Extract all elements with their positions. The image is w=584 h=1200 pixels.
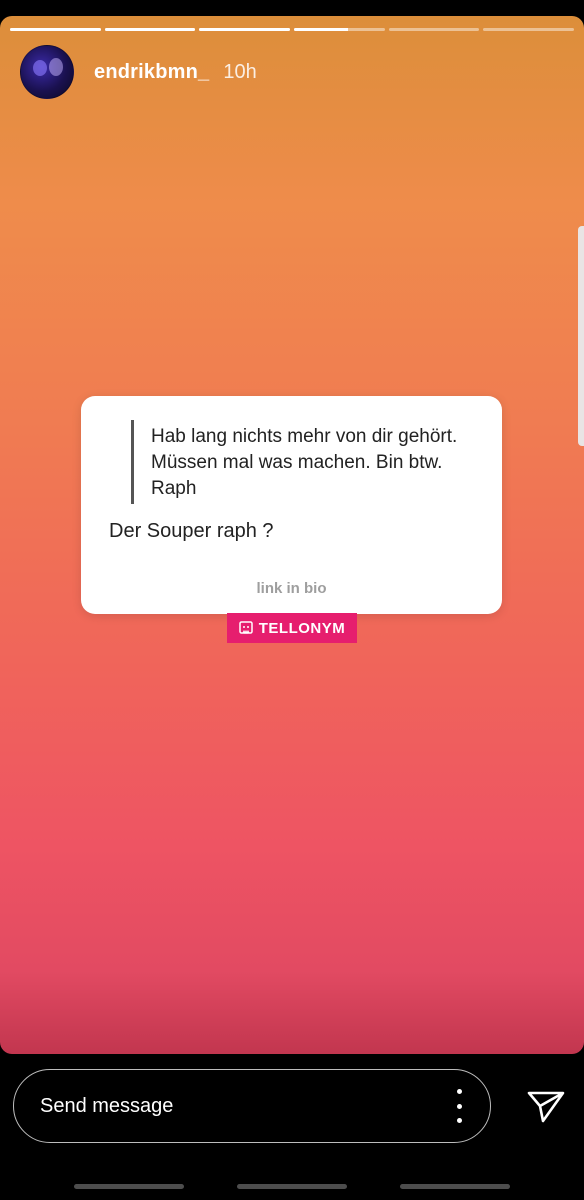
send-message-input[interactable]: Send message [13,1069,491,1143]
system-nav-bar [0,1184,584,1189]
tellonym-label: TELLONYM [258,619,346,637]
bottom-bar: Send message [0,1054,584,1200]
story-progress-bar [10,28,575,32]
username[interactable]: endrikbmn_ [94,61,209,84]
progress-segment [199,28,291,31]
progress-segment [104,28,196,31]
nav-recents[interactable] [74,1184,184,1189]
reply-text: Der Souper raph ? [109,520,274,542]
progress-segment [483,28,575,31]
nav-home[interactable] [237,1184,347,1189]
story-header: endrikbmn_ 10h [20,45,257,99]
post-time: 10h [223,60,257,83]
progress-segment [388,28,480,31]
send-icon[interactable] [526,1090,566,1124]
tellonym-logo-icon [239,621,253,635]
tellonym-badge[interactable]: TELLONYM [227,613,357,643]
progress-segment [10,28,101,31]
send-message-placeholder: Send message [40,1095,174,1117]
more-icon[interactable] [454,1089,464,1123]
nav-back[interactable] [400,1184,510,1189]
avatar[interactable] [20,45,74,99]
quoted-message: Hab lang nichts mehr von dir gehört. Müs… [151,426,458,499]
tellonym-card: Hab lang nichts mehr von dir gehört. Müs… [81,396,502,614]
link-in-bio: link in bio [256,580,327,597]
progress-segment [294,28,385,31]
side-handle[interactable] [578,226,584,446]
quote-bar [131,420,134,504]
